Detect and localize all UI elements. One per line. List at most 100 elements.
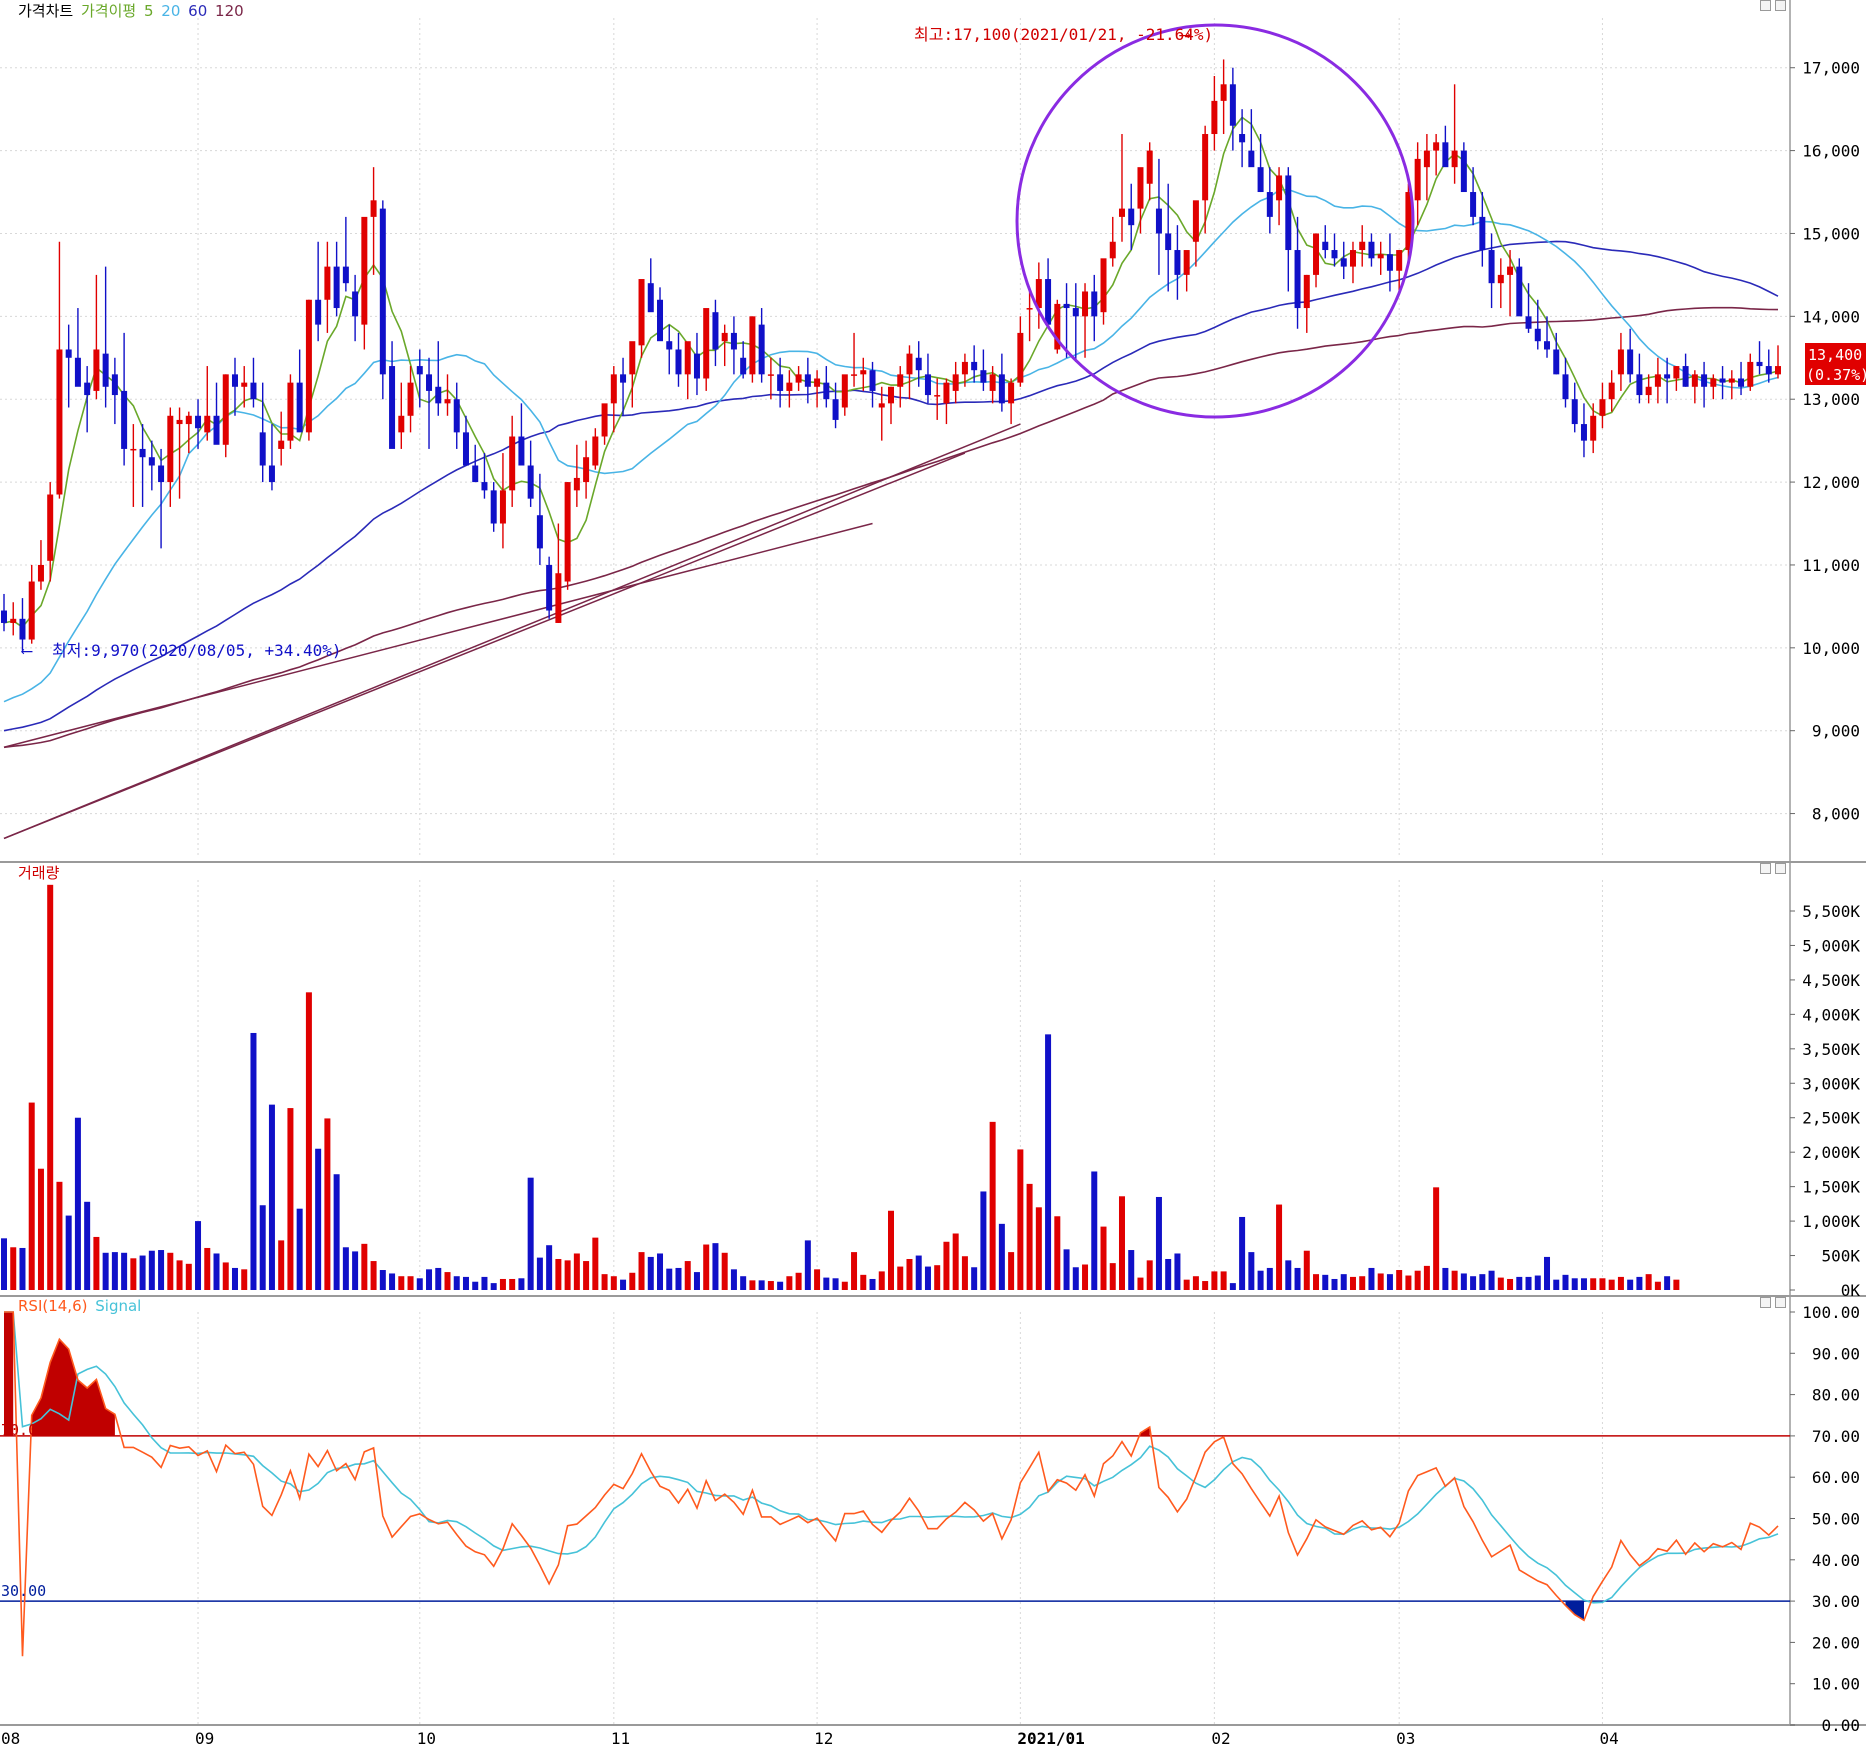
volume-bar <box>1 1238 7 1290</box>
volume-bar <box>952 1233 959 1290</box>
candle-body <box>1276 175 1283 201</box>
candle-body <box>407 382 414 416</box>
candle-body <box>1433 142 1440 151</box>
volume-bar <box>407 1276 414 1290</box>
candle-body <box>943 382 950 404</box>
candle-body <box>1608 382 1615 400</box>
volume-bar <box>398 1276 405 1290</box>
volume-bar <box>897 1266 904 1290</box>
candle <box>546 556 553 619</box>
candle-body <box>185 415 192 425</box>
rsi-tick-label: 40.00 <box>1812 1551 1860 1570</box>
volume-bar <box>10 1247 17 1290</box>
volume-bar <box>1285 1260 1292 1290</box>
volume-bar <box>435 1267 442 1290</box>
candle-body <box>130 448 137 451</box>
volume-bar <box>195 1221 202 1290</box>
candle-body <box>592 436 599 466</box>
price-tick-label: 12,000 <box>1802 473 1860 492</box>
volume-bar <box>1488 1270 1495 1290</box>
candle-body <box>1719 378 1726 383</box>
candle-body <box>1664 374 1671 379</box>
volume-tick-label: 2,500K <box>1802 1109 1860 1128</box>
candle-body <box>222 374 229 445</box>
volume-bar <box>472 1281 479 1290</box>
volume-panel-minimize-button[interactable] <box>1760 863 1771 874</box>
candle-body <box>416 366 423 375</box>
volume-bar <box>721 1252 728 1290</box>
candle-body <box>1497 274 1504 284</box>
candle-body <box>102 353 109 387</box>
volume-bar <box>1516 1276 1523 1290</box>
volume-bar <box>638 1252 645 1290</box>
candle-body <box>804 374 811 387</box>
candle-body <box>620 374 627 383</box>
volume-bar <box>370 1261 377 1290</box>
volume-bar <box>1257 1270 1264 1290</box>
volume-bar <box>888 1210 894 1290</box>
volume-bar <box>1220 1271 1227 1290</box>
volume-tick-label: 3,000K <box>1802 1074 1860 1093</box>
candle-body <box>19 618 26 640</box>
volume-bar <box>1174 1253 1181 1290</box>
stock-chart-canvas[interactable]: 최고:17,100(2021/01/21, -21.64%) ⟶ ⟵ 최저:9,… <box>0 0 1866 1748</box>
volume-bar <box>592 1237 599 1290</box>
volume-tick-label: 5,500K <box>1802 902 1860 921</box>
volume-bar <box>851 1252 858 1290</box>
volume-bar <box>823 1277 830 1290</box>
high-arrow: ⟶ <box>1179 25 1191 44</box>
volume-tick-label: 1,000K <box>1802 1212 1860 1231</box>
candle-body <box>1460 150 1467 193</box>
volume-bar <box>444 1272 451 1290</box>
volume-bar <box>647 1256 654 1290</box>
volume-bar <box>1377 1273 1384 1290</box>
x-tick-label: 02 <box>1211 1729 1230 1746</box>
candle-body <box>28 581 35 640</box>
volume-bar <box>361 1243 368 1290</box>
candle-body <box>121 390 128 449</box>
volume-panel-close-button[interactable] <box>1775 863 1786 874</box>
candle-body <box>250 382 257 400</box>
candle-body <box>1562 374 1569 400</box>
volume-bar <box>1654 1281 1661 1290</box>
candle-body <box>573 477 580 491</box>
rsi-upper-line-label: 70.00 <box>1 1421 46 1439</box>
candle-body <box>1349 250 1356 267</box>
volume-bar <box>1008 1252 1015 1290</box>
price-panel-minimize-button[interactable] <box>1760 0 1771 11</box>
volume-bar <box>74 1117 81 1290</box>
price-tick-label: 14,000 <box>1802 307 1860 326</box>
candle-body <box>1045 279 1052 325</box>
stock-chart-window: 최고:17,100(2021/01/21, -21.64%) ⟶ ⟵ 최저:9,… <box>0 0 1866 1748</box>
volume-bar <box>795 1272 802 1290</box>
volume-bar <box>583 1261 590 1290</box>
candle-body <box>1479 216 1486 251</box>
candle-body <box>1627 349 1634 375</box>
price-tick-label: 8,000 <box>1812 805 1860 824</box>
rsi-panel-minimize-button[interactable] <box>1760 1297 1771 1308</box>
volume-bar <box>1192 1276 1199 1290</box>
candle-body <box>998 374 1005 404</box>
candle <box>1054 299 1061 354</box>
volume-bar <box>804 1240 811 1290</box>
volume-bar <box>19 1247 26 1290</box>
candle-body <box>961 361 968 375</box>
volume-bar <box>65 1215 72 1290</box>
price-panel-legend: 가격차트 가격이평 5 20 60 120 <box>18 0 247 21</box>
candle-body <box>1654 374 1661 387</box>
volume-bar <box>841 1281 848 1290</box>
price-panel-close-button[interactable] <box>1775 0 1786 11</box>
volume-bar <box>167 1252 174 1290</box>
candle-body <box>1248 150 1255 168</box>
rsi-tick-label: 50.00 <box>1812 1510 1860 1529</box>
candle <box>564 482 571 590</box>
candle-body <box>139 448 146 458</box>
volume-tick-label: 1,500K <box>1802 1178 1860 1197</box>
candle-body <box>1470 192 1477 217</box>
volume-bar <box>971 1267 978 1290</box>
volume-bar <box>1460 1273 1467 1290</box>
rsi-panel-close-button[interactable] <box>1775 1297 1786 1308</box>
candle-body <box>777 374 784 391</box>
candle-body <box>1377 254 1384 259</box>
candle-body <box>564 482 571 582</box>
